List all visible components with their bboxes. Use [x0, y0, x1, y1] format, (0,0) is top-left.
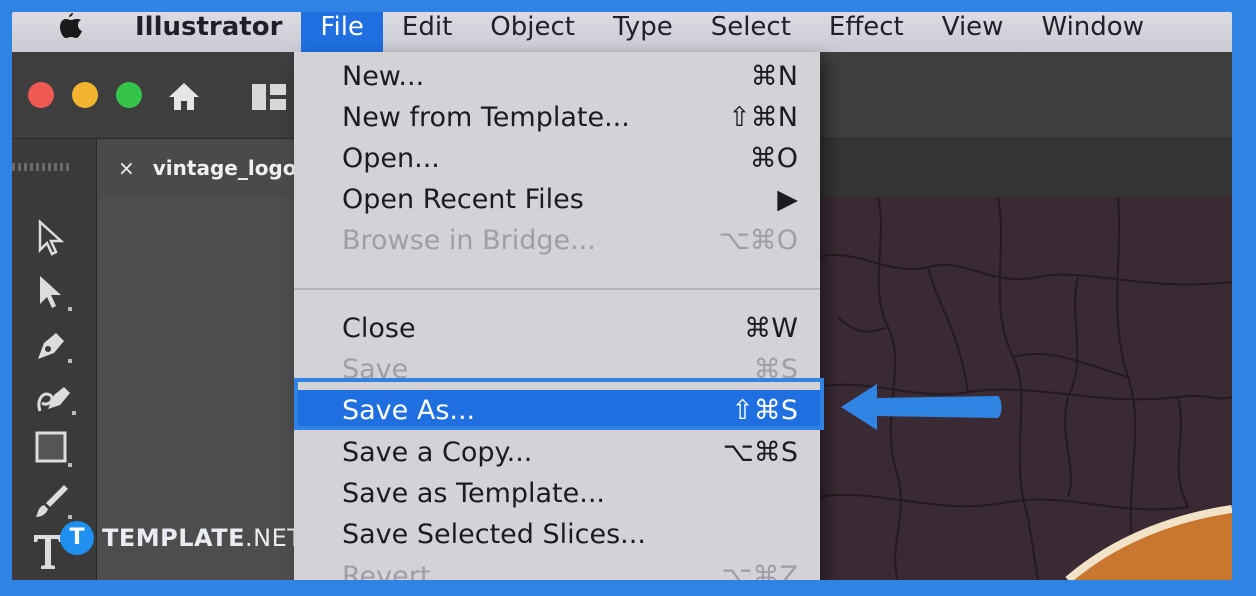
- menu-item-label: New from Template...: [342, 101, 630, 133]
- menu-item-save-as-template[interactable]: Save as Template...: [294, 473, 820, 513]
- menu-file[interactable]: File: [301, 12, 383, 52]
- menu-item-shortcut: ⌘S: [753, 353, 798, 385]
- menu-object[interactable]: Object: [471, 12, 594, 50]
- menu-item-save-as[interactable]: Save As... ⇧⌘S: [294, 390, 820, 430]
- menu-item-browse-in-bridge: Browse in Bridge... ⌥⌘O: [294, 220, 820, 260]
- workspace-icon[interactable]: [252, 84, 286, 114]
- menu-item-save-a-copy[interactable]: Save a Copy... ⌥⌘S: [294, 432, 820, 472]
- menu-item-new-from-template[interactable]: New from Template... ⇧⌘N: [294, 97, 820, 137]
- menu-item-open-recent-files[interactable]: Open Recent Files ▶: [294, 179, 820, 219]
- menu-item-label: Save: [342, 353, 409, 385]
- menu-item-shortcut: ⌘W: [744, 312, 798, 344]
- menu-item-label: Save a Copy...: [342, 436, 533, 468]
- menu-item-label: Close: [342, 312, 416, 344]
- home-icon[interactable]: [167, 80, 201, 116]
- menubar: Illustrator File Edit Object Type Select…: [12, 12, 1232, 52]
- menu-item-open[interactable]: Open... ⌘O: [294, 138, 820, 178]
- direct-selection-icon[interactable]: [34, 219, 68, 261]
- file-menu-dropdown: New... ⌘N New from Template... ⇧⌘N Open.…: [294, 52, 820, 580]
- selection-icon[interactable]: [34, 273, 74, 317]
- menu-view[interactable]: View: [923, 12, 1023, 50]
- apple-icon[interactable]: [50, 12, 90, 52]
- pen-icon[interactable]: [34, 325, 74, 369]
- tab-close-icon[interactable]: ×: [118, 156, 135, 180]
- menu-item-close[interactable]: Close ⌘W: [294, 308, 820, 348]
- menu-item-label: Open...: [342, 142, 440, 174]
- menu-item-shortcut: ⌥⌘O: [718, 224, 798, 256]
- menu-separator: [294, 288, 820, 290]
- submenu-arrow-icon: ▶: [777, 183, 798, 215]
- close-window-button[interactable]: [28, 82, 54, 108]
- menu-item-label: Save Selected Slices...: [342, 518, 646, 550]
- menu-window[interactable]: Window: [1022, 12, 1163, 50]
- template-net-watermark: T TEMPLATE .NET: [60, 518, 302, 558]
- menu-item-shortcut: ⌥⌘S: [722, 436, 798, 468]
- menu-effect[interactable]: Effect: [810, 12, 923, 50]
- menu-item-shortcut: ⌘N: [750, 60, 798, 92]
- callout-arrow-icon: [837, 378, 1007, 440]
- menu-type[interactable]: Type: [594, 12, 692, 50]
- menu-item-shortcut: ⌘O: [749, 142, 798, 174]
- watermark-brand-bold: TEMPLATE: [102, 524, 246, 552]
- menu-item-label: Open Recent Files: [342, 183, 584, 215]
- menu-item-label: Browse in Bridge...: [342, 224, 596, 256]
- menu-app-name[interactable]: Illustrator: [116, 12, 301, 50]
- rectangle-icon[interactable]: [34, 429, 74, 473]
- menu-item-label: Save as Template...: [342, 477, 605, 509]
- menu-item-save: Save ⌘S: [294, 349, 820, 389]
- minimize-window-button[interactable]: [72, 82, 98, 108]
- menu-item-label: New...: [342, 60, 425, 92]
- menu-item-shortcut: ⇧⌘N: [728, 101, 798, 133]
- screenshot-frame: Illustrator File Edit Object Type Select…: [12, 12, 1232, 580]
- menu-item-save-selected-slices[interactable]: Save Selected Slices...: [294, 514, 820, 554]
- document-tab-title: vintage_logo: [152, 156, 297, 180]
- menu-item-label: Revert: [342, 560, 431, 581]
- menu-item-new[interactable]: New... ⌘N: [294, 56, 820, 96]
- template-badge-icon: T: [60, 521, 94, 555]
- document-tab[interactable]: × vintage_logo: [98, 139, 298, 197]
- curvature-icon[interactable]: [34, 377, 78, 421]
- menu-item-label: Save As...: [342, 394, 476, 426]
- zoom-window-button[interactable]: [116, 82, 142, 108]
- tools-panel: [12, 139, 97, 580]
- menu-item-revert: Revert ⌥⌘Z: [294, 556, 820, 581]
- menu-item-shortcut: ⇧⌘S: [731, 394, 798, 426]
- panel-grip[interactable]: [12, 163, 72, 171]
- menu-item-shortcut: ⌥⌘Z: [721, 560, 798, 581]
- menu-edit[interactable]: Edit: [383, 12, 471, 50]
- menu-select[interactable]: Select: [692, 12, 810, 50]
